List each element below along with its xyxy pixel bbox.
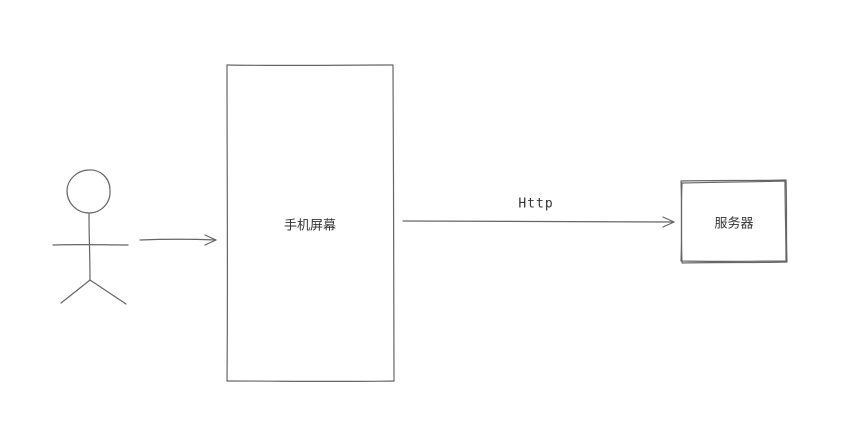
user-to-phone-arrow <box>139 234 217 246</box>
user-left-leg <box>60 279 91 304</box>
http-arrow <box>402 216 675 228</box>
user-stick-figure <box>52 169 129 305</box>
user-right-leg <box>89 279 127 305</box>
phone-screen-label: 手机屏幕 <box>283 218 337 234</box>
http-label: Http <box>518 196 554 212</box>
user-body <box>88 213 91 281</box>
user-head <box>66 169 111 214</box>
server-label: 服务器 <box>714 216 754 232</box>
